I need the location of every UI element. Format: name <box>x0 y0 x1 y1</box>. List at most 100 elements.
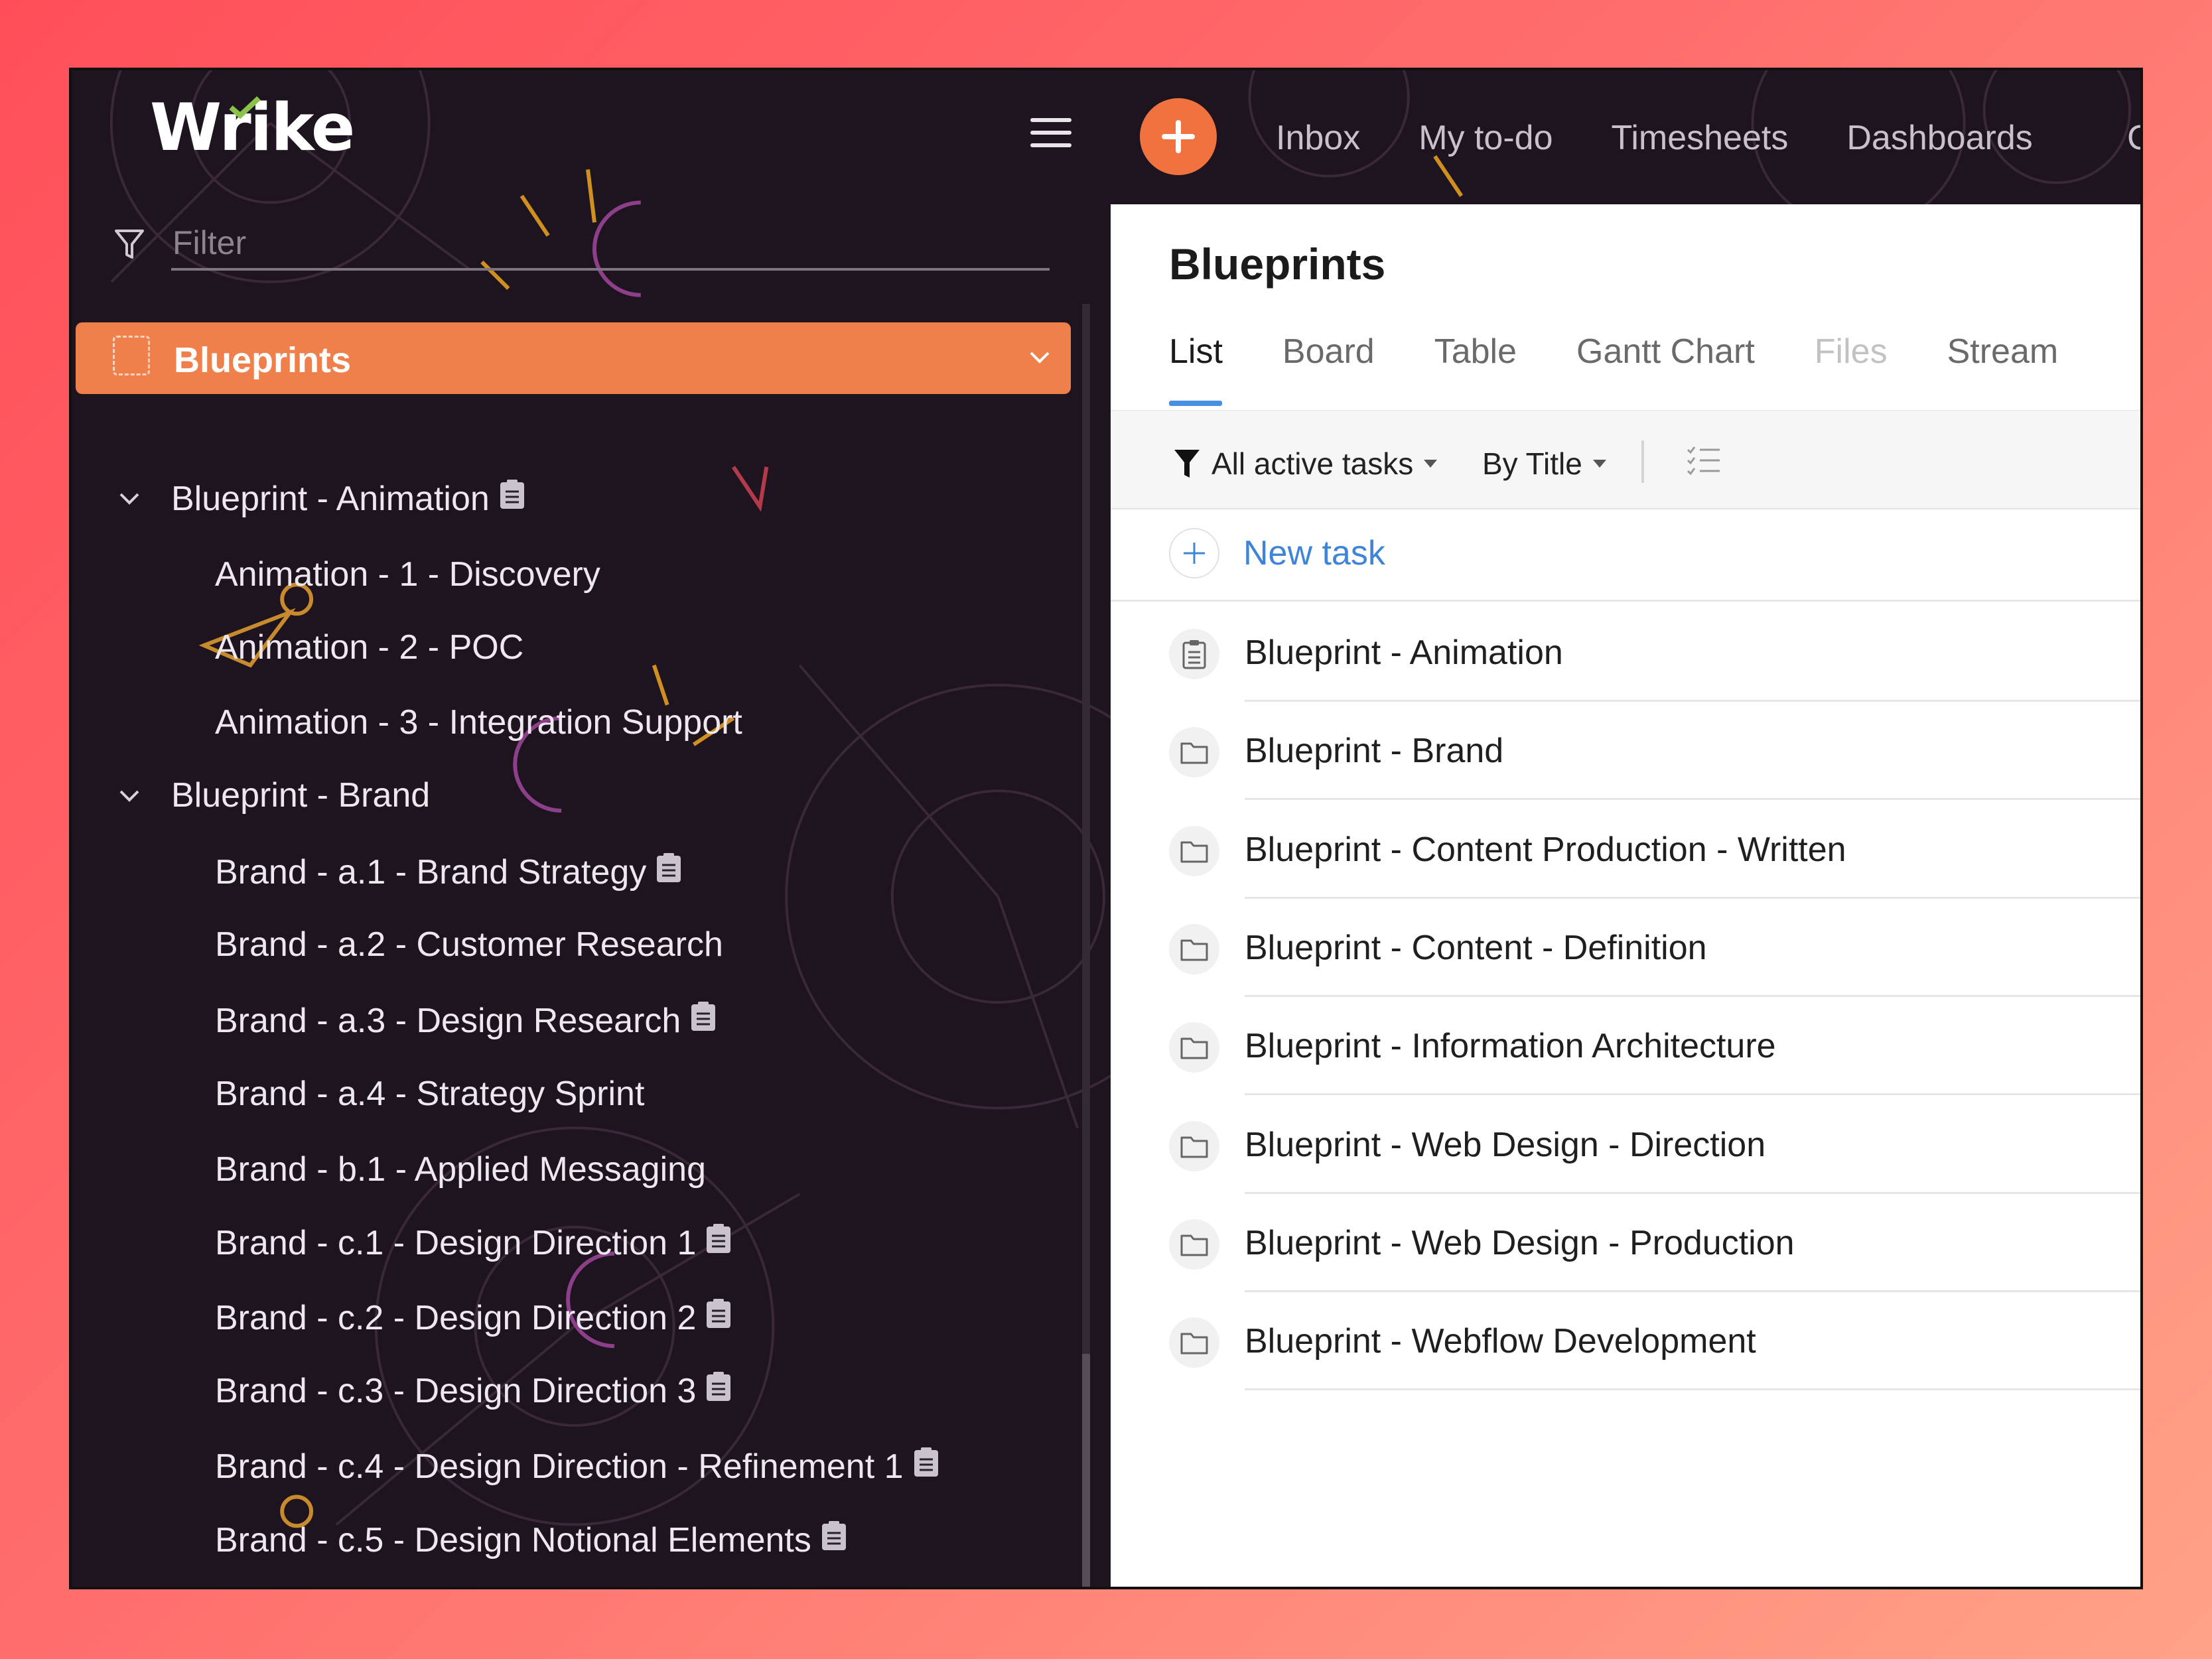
folder-icon <box>1169 825 1219 876</box>
table-row[interactable]: Blueprint - Webflow Development <box>1169 1292 2140 1391</box>
list-toolbar: All active tasks By Title <box>1111 410 2140 509</box>
logo-check-icon <box>229 96 261 119</box>
main-pane: Blueprints List Board Table Gantt Chart … <box>1111 204 2140 1587</box>
document-icon <box>499 478 525 519</box>
status-filter-label: All active tasks <box>1211 446 1414 481</box>
document-icon <box>821 1520 847 1560</box>
add-button[interactable] <box>1140 98 1217 175</box>
plus-icon <box>1169 528 1219 578</box>
chevron-down-icon[interactable] <box>118 492 141 506</box>
sidebar-tree-item-label: Brand - a.1 - Brand Strategy <box>215 852 647 892</box>
nav-inbox[interactable]: Inbox <box>1276 118 1360 158</box>
sidebar-tree-item[interactable]: Animation - 1 - Discovery <box>215 555 600 594</box>
sidebar-tree-item[interactable]: Animation - 2 - POC <box>215 628 523 667</box>
document-icon <box>705 1370 732 1411</box>
table-row[interactable]: Blueprint - Content - Definition <box>1169 899 2140 997</box>
sidebar-tree-item-label: Brand - c.3 - Design Direction 3 <box>215 1371 697 1410</box>
sidebar-tree-item-label: Brand - a.3 - Design Research <box>215 1001 681 1040</box>
folder-icon <box>1169 1317 1219 1368</box>
sidebar-tree-item[interactable]: Brand - c.1 - Design Direction 1 <box>215 1223 732 1263</box>
table-row[interactable]: Blueprint - Web Design - Direction <box>1169 1096 2140 1194</box>
row-title: Blueprint - Web Design - Production <box>1245 1223 1795 1262</box>
tab-files[interactable]: Files <box>1815 332 1888 371</box>
sidebar-item-label: Blueprints <box>174 340 352 380</box>
table-row[interactable]: Blueprint - Content Production - Written <box>1169 801 2140 899</box>
blueprint-icon <box>113 336 150 375</box>
active-tab-indicator <box>1169 401 1222 406</box>
sidebar-tree-item[interactable]: Brand - c.4 - Design Direction - Refinem… <box>215 1446 939 1487</box>
toolbar-divider <box>1641 440 1644 483</box>
nav-overflow-item[interactable]: C <box>2127 118 2140 158</box>
sidebar-tree-item[interactable]: Brand - c.2 - Design Direction 2 <box>215 1297 732 1338</box>
tab-board[interactable]: Board <box>1282 332 1375 371</box>
sidebar-tree-item-label: Animation - 3 - Integration Support <box>215 703 742 742</box>
new-task-button[interactable]: New task <box>1169 528 1385 578</box>
table-row[interactable]: Blueprint - Information Architecture <box>1169 997 2140 1096</box>
folder-icon <box>1169 1219 1219 1270</box>
row-title: Blueprint - Web Design - Direction <box>1245 1125 1766 1164</box>
caret-down-icon <box>1424 460 1438 468</box>
nav-dashboards[interactable]: Dashboards <box>1846 118 2032 158</box>
folder-icon <box>1169 727 1219 778</box>
row-title: Blueprint - Information Architecture <box>1245 1027 1776 1066</box>
sidebar-tree-item-label: Animation - 2 - POC <box>215 628 524 667</box>
document-icon <box>656 852 682 892</box>
plus-icon <box>1162 120 1195 153</box>
sidebar-tree-item[interactable]: Brand - c.3 - Design Direction 3 <box>215 1370 732 1411</box>
chevron-down-icon[interactable] <box>1028 350 1051 365</box>
sidebar-tree-item-label: Brand - c.2 - Design Direction 2 <box>215 1298 697 1337</box>
row-title: Blueprint - Content Production - Written <box>1245 830 1846 869</box>
row-title: Blueprint - Webflow Development <box>1245 1322 1756 1361</box>
sidebar-tree-item-label: Brand - c.5 - Design Notional Elements <box>215 1520 811 1559</box>
tab-gantt-chart[interactable]: Gantt Chart <box>1576 332 1755 371</box>
sidebar-tree-item[interactable]: Blueprint - Animation <box>171 478 525 519</box>
sidebar-tree-item-label: Blueprint - Animation <box>171 479 490 518</box>
view-tabs: List Board Table Gantt Chart Files Strea… <box>1169 332 2058 371</box>
sidebar-tree-item[interactable]: Brand - b.1 - Applied Messaging <box>215 1150 706 1189</box>
tab-stream[interactable]: Stream <box>1947 332 2059 371</box>
new-task-label: New task <box>1243 534 1385 572</box>
sidebar-tree-item[interactable]: Animation - 3 - Integration Support <box>215 702 742 742</box>
nav-timesheets[interactable]: Timesheets <box>1612 118 1789 158</box>
folder-icon <box>1169 1022 1219 1073</box>
table-row[interactable]: Blueprint - Animation <box>1169 604 2140 702</box>
document-icon <box>913 1446 939 1487</box>
tab-list[interactable]: List <box>1169 332 1223 371</box>
chevron-down-icon[interactable] <box>118 789 141 803</box>
tab-table[interactable]: Table <box>1434 332 1517 371</box>
table-row[interactable]: Blueprint - Web Design - Production <box>1169 1194 2140 1292</box>
sort-label: By Title <box>1482 446 1582 481</box>
status-filter-dropdown[interactable]: All active tasks <box>1173 446 1438 482</box>
folder-icon <box>1169 923 1219 974</box>
document-icon <box>690 1000 717 1041</box>
sidebar-tree-item[interactable]: Brand - a.1 - Brand Strategy <box>215 852 682 892</box>
checklist-icon[interactable] <box>1687 446 1721 475</box>
sidebar-tree-item[interactable]: Blueprint - Brand <box>171 775 430 815</box>
sidebar-tree-item-label: Brand - a.2 - Customer Research <box>215 925 723 964</box>
table-row[interactable]: Blueprint - Brand <box>1169 702 2140 801</box>
sidebar-scrollbar-thumb[interactable] <box>1082 1354 1090 1587</box>
sidebar-tree-item[interactable]: Brand - a.4 - Strategy Sprint <box>215 1074 644 1114</box>
nav-my-todo[interactable]: My to-do <box>1418 118 1553 158</box>
app-window: Wrike Inbox My to-do Timesheets Dashboar… <box>69 68 2143 1589</box>
sidebar-tree-item-label: Brand - c.4 - Design Direction - Refinem… <box>215 1447 904 1486</box>
filter-funnel-icon <box>1174 450 1200 478</box>
sidebar-tree-item[interactable]: Brand - a.2 - Customer Research <box>215 925 723 964</box>
filter-input[interactable] <box>171 218 1050 271</box>
hamburger-menu-icon[interactable] <box>1030 118 1071 150</box>
sidebar-tree-item-label: Brand - c.1 - Design Direction 1 <box>215 1223 697 1262</box>
row-title: Blueprint - Brand <box>1245 732 1504 771</box>
top-nav: Inbox My to-do Timesheets Dashboards <box>1276 118 2033 158</box>
row-title: Blueprint - Content - Definition <box>1245 928 1707 967</box>
filter-icon <box>115 230 144 259</box>
sidebar-tree-item-label: Animation - 1 - Discovery <box>215 555 600 594</box>
sidebar-item-blueprints[interactable]: Blueprints <box>76 322 1071 394</box>
sort-dropdown[interactable]: By Title <box>1482 446 1606 482</box>
caret-down-icon <box>1592 460 1606 468</box>
document-icon <box>705 1223 732 1263</box>
document-icon <box>705 1297 732 1338</box>
sidebar-tree-item[interactable]: Brand - a.3 - Design Research <box>215 1000 717 1041</box>
row-divider <box>1245 1388 2140 1391</box>
sidebar-tree-item[interactable]: Brand - c.5 - Design Notional Elements <box>215 1520 847 1560</box>
folder-icon <box>1169 1120 1219 1171</box>
